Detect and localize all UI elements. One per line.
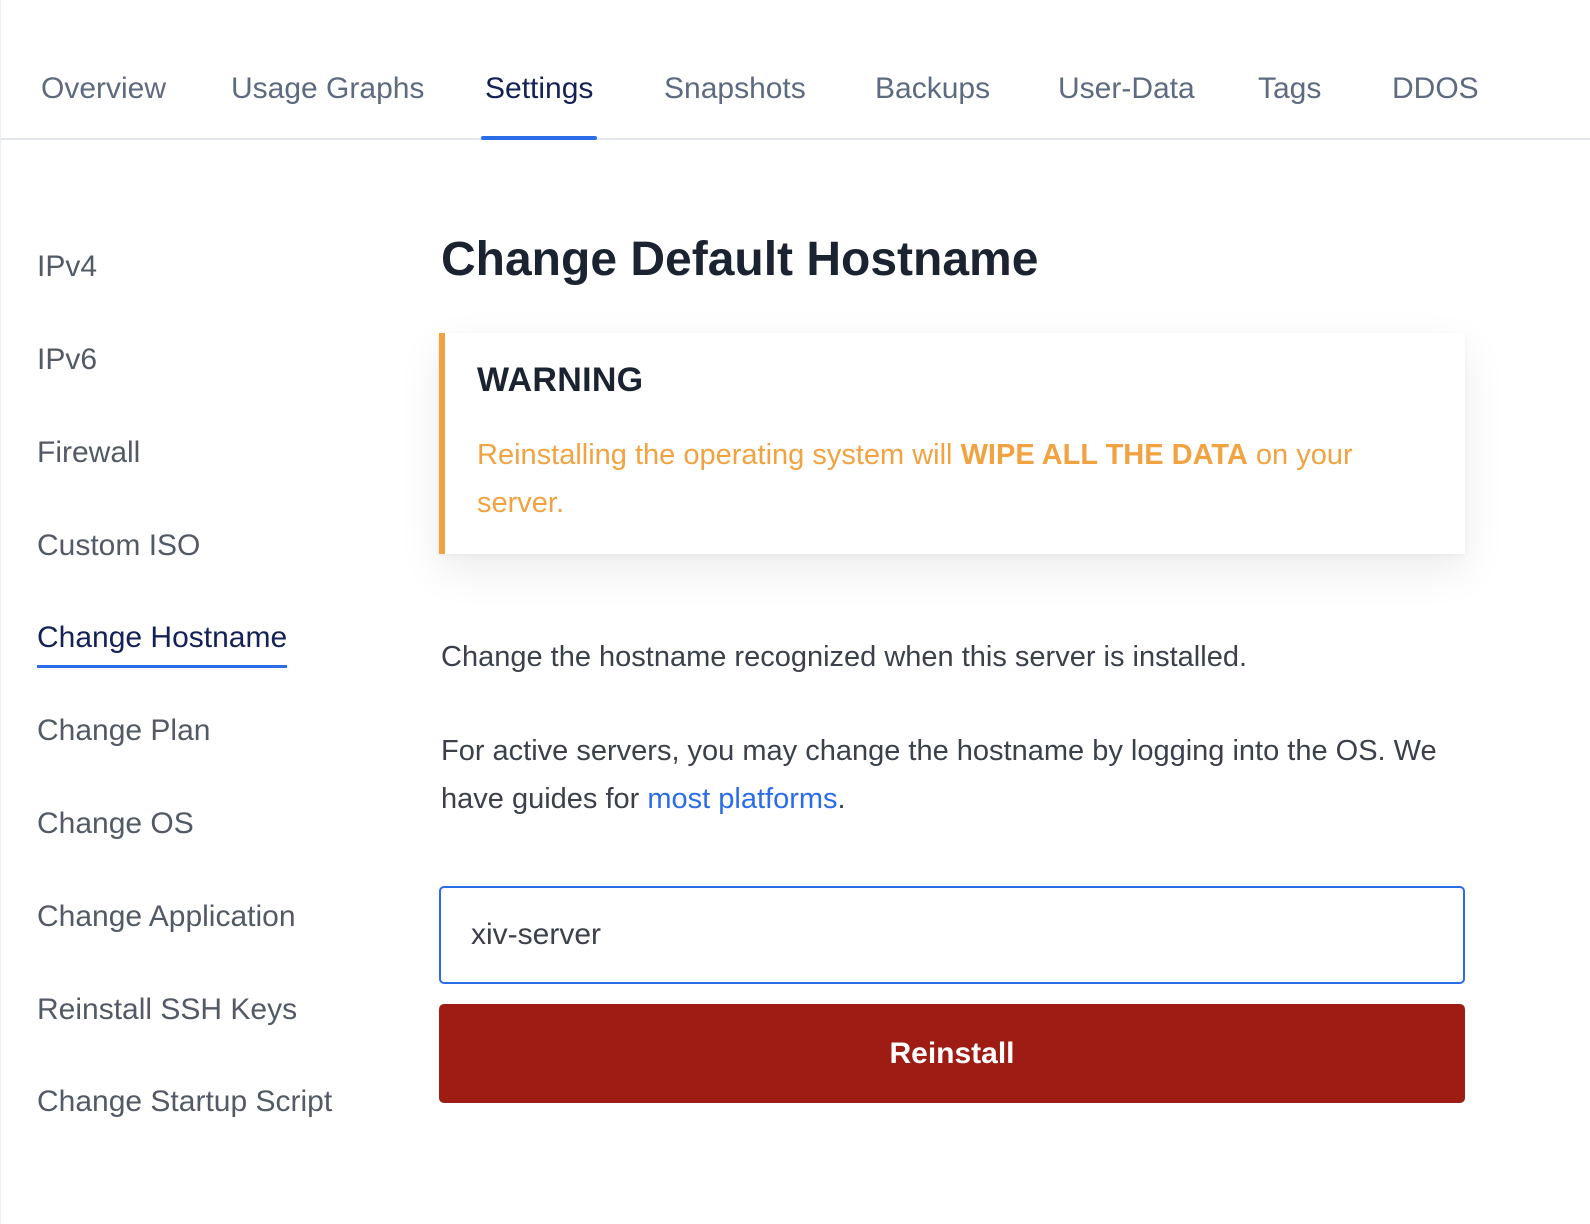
hostname-input[interactable] [439,886,1465,984]
guide-text-after: . [837,783,846,815]
sidebar-item-reinstall-ssh-keys[interactable]: Reinstall SSH Keys [37,993,297,1027]
page-title: Change Default Hostname [441,233,1039,286]
sidebar-item-change-plan[interactable]: Change Plan [37,714,210,748]
tab-overview[interactable]: Overview [41,72,166,140]
guide-text-before: For active servers, you may change the h… [441,735,1437,815]
guide-text: For active servers, you may change the h… [441,727,1471,823]
sidebar-item-ipv6[interactable]: IPv6 [37,343,97,377]
sidebar-item-firewall[interactable]: Firewall [37,436,140,470]
warning-text-before: Reinstalling the operating system will [477,439,961,471]
tab-ddos[interactable]: DDOS [1392,72,1479,140]
warning-box: WARNING Reinstalling the operating syste… [439,333,1465,554]
page: Overview Usage Graphs Settings Snapshots… [0,0,1590,1224]
sidebar-item-change-startup-script[interactable]: Change Startup Script [37,1085,332,1119]
warning-text: Reinstalling the operating system will W… [477,431,1437,527]
tab-usage-graphs[interactable]: Usage Graphs [231,72,424,140]
reinstall-button[interactable]: Reinstall [439,1004,1465,1103]
tab-settings[interactable]: Settings [480,72,598,140]
tab-user-data[interactable]: User-Data [1058,72,1195,140]
hostname-description: Change the hostname recognized when this… [441,641,1248,673]
sidebar-item-change-os[interactable]: Change OS [37,807,194,841]
most-platforms-link[interactable]: most platforms [647,783,837,815]
sidebar-item-custom-iso[interactable]: Custom ISO [37,529,200,563]
tab-snapshots[interactable]: Snapshots [664,72,806,140]
tab-backups[interactable]: Backups [875,72,990,140]
warning-text-bold: WIPE ALL THE DATA [960,439,1248,471]
sidebar-item-change-hostname[interactable]: Change Hostname [37,621,288,668]
warning-title: WARNING [477,361,644,399]
tab-tags[interactable]: Tags [1258,72,1321,140]
tab-bar: Overview Usage Graphs Settings Snapshots… [1,0,1590,140]
sidebar-item-ipv4[interactable]: IPv4 [37,250,97,284]
sidebar-item-change-application[interactable]: Change Application [37,900,296,934]
